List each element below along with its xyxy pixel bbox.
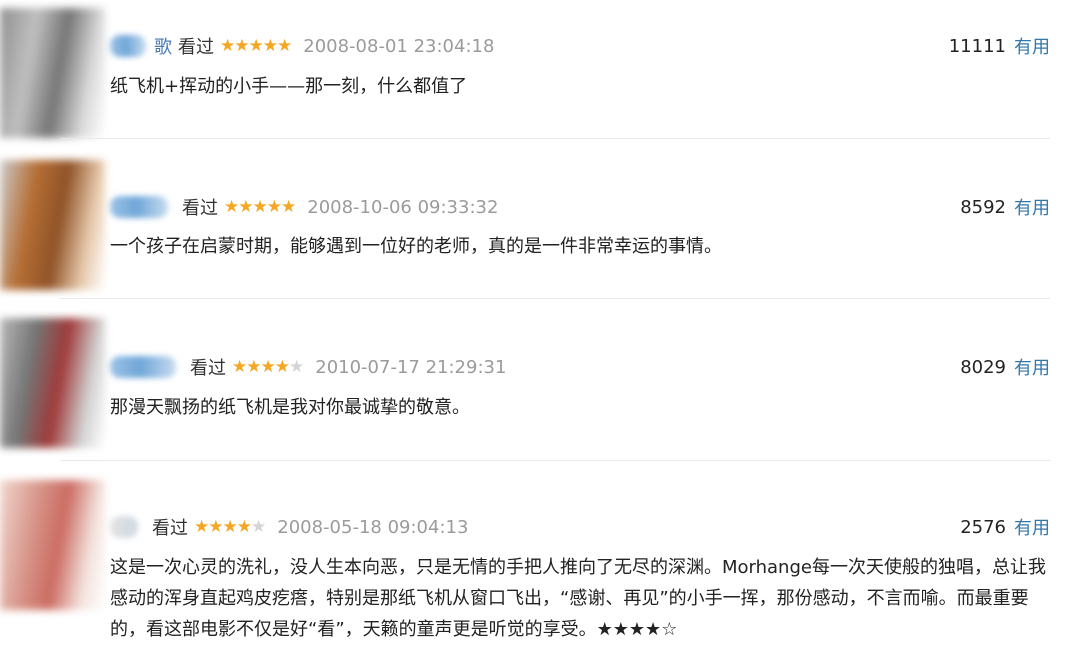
- star-icon: ★: [194, 516, 209, 537]
- useful-count: 8029: [960, 356, 1006, 378]
- star-icon: ★: [266, 196, 282, 217]
- review-content: 那漫天飘扬的纸飞机是我对你最诚挚的敬意。: [110, 397, 470, 418]
- star-icon: ★: [262, 35, 278, 56]
- star-icon: ★: [236, 516, 252, 537]
- review-time: 2008-08-01 23:04:18: [303, 35, 495, 57]
- star-icon: ★: [274, 356, 290, 377]
- review-content: 这是一次心灵的洗礼，没人生本向恶，只是无情的手把人推向了无尽的深渊。Morhan…: [110, 557, 1046, 640]
- useful-count: 2576: [960, 516, 1006, 538]
- star-icon: ★: [246, 356, 261, 377]
- star-icon: ★: [251, 516, 266, 537]
- rating-stars: ★ ★ ★ ★ ★: [232, 356, 304, 377]
- rating-stars: ★ ★ ★ ★ ★: [220, 35, 292, 56]
- star-icon: ★: [220, 35, 235, 56]
- useful-count: 8592: [960, 196, 1006, 218]
- useful-button[interactable]: 有用: [1014, 194, 1050, 220]
- star-icon: ★: [238, 196, 253, 217]
- review-list: 歌 看过 ★ ★ ★ ★ ★ 2008-08-01 23:04:18 11111…: [0, 0, 1080, 672]
- star-icon: ★: [281, 196, 296, 217]
- review-content: 一个孩子在启蒙时期，能够遇到一位好的老师，真的是一件非常幸运的事情。: [110, 236, 722, 257]
- divider: [60, 138, 1050, 139]
- avatar[interactable]: [0, 160, 105, 290]
- star-icon: ★: [222, 516, 238, 537]
- avatar[interactable]: [0, 318, 105, 448]
- star-icon: ★: [234, 35, 249, 56]
- user-name-blurred[interactable]: [110, 516, 138, 538]
- star-icon: ★: [277, 35, 292, 56]
- useful-button[interactable]: 有用: [1014, 514, 1050, 540]
- review-time: 2008-05-18 09:04:13: [277, 516, 469, 538]
- avatar[interactable]: [0, 480, 105, 610]
- watch-status: 看过: [178, 37, 214, 58]
- star-icon: ★: [232, 356, 247, 377]
- divider: [60, 460, 1050, 461]
- star-icon: ★: [260, 356, 276, 377]
- star-icon: ★: [224, 196, 239, 217]
- divider: [60, 298, 1050, 299]
- star-icon: ★: [208, 516, 223, 537]
- avatar[interactable]: [0, 8, 105, 138]
- user-name[interactable]: 歌: [154, 33, 172, 59]
- review-time: 2010-07-17 21:29:31: [315, 356, 507, 378]
- useful-button[interactable]: 有用: [1014, 354, 1050, 380]
- user-name-blurred[interactable]: [110, 196, 168, 218]
- user-name-blurred[interactable]: [110, 356, 176, 378]
- review-time: 2008-10-06 09:33:32: [307, 196, 499, 218]
- watch-status: 看过: [182, 198, 218, 219]
- review-content: 纸飞机+挥动的小手——那一刻，什么都值了: [110, 76, 468, 97]
- star-icon: ★: [248, 35, 264, 56]
- useful-button[interactable]: 有用: [1014, 33, 1050, 59]
- useful-count: 11111: [948, 35, 1006, 57]
- star-icon: ★: [252, 196, 268, 217]
- watch-status: 看过: [152, 518, 188, 539]
- rating-stars: ★ ★ ★ ★ ★: [194, 516, 266, 537]
- star-icon: ★: [289, 356, 304, 377]
- user-name-blurred[interactable]: [110, 35, 146, 57]
- watch-status: 看过: [190, 358, 226, 379]
- rating-stars: ★ ★ ★ ★ ★: [224, 196, 296, 217]
